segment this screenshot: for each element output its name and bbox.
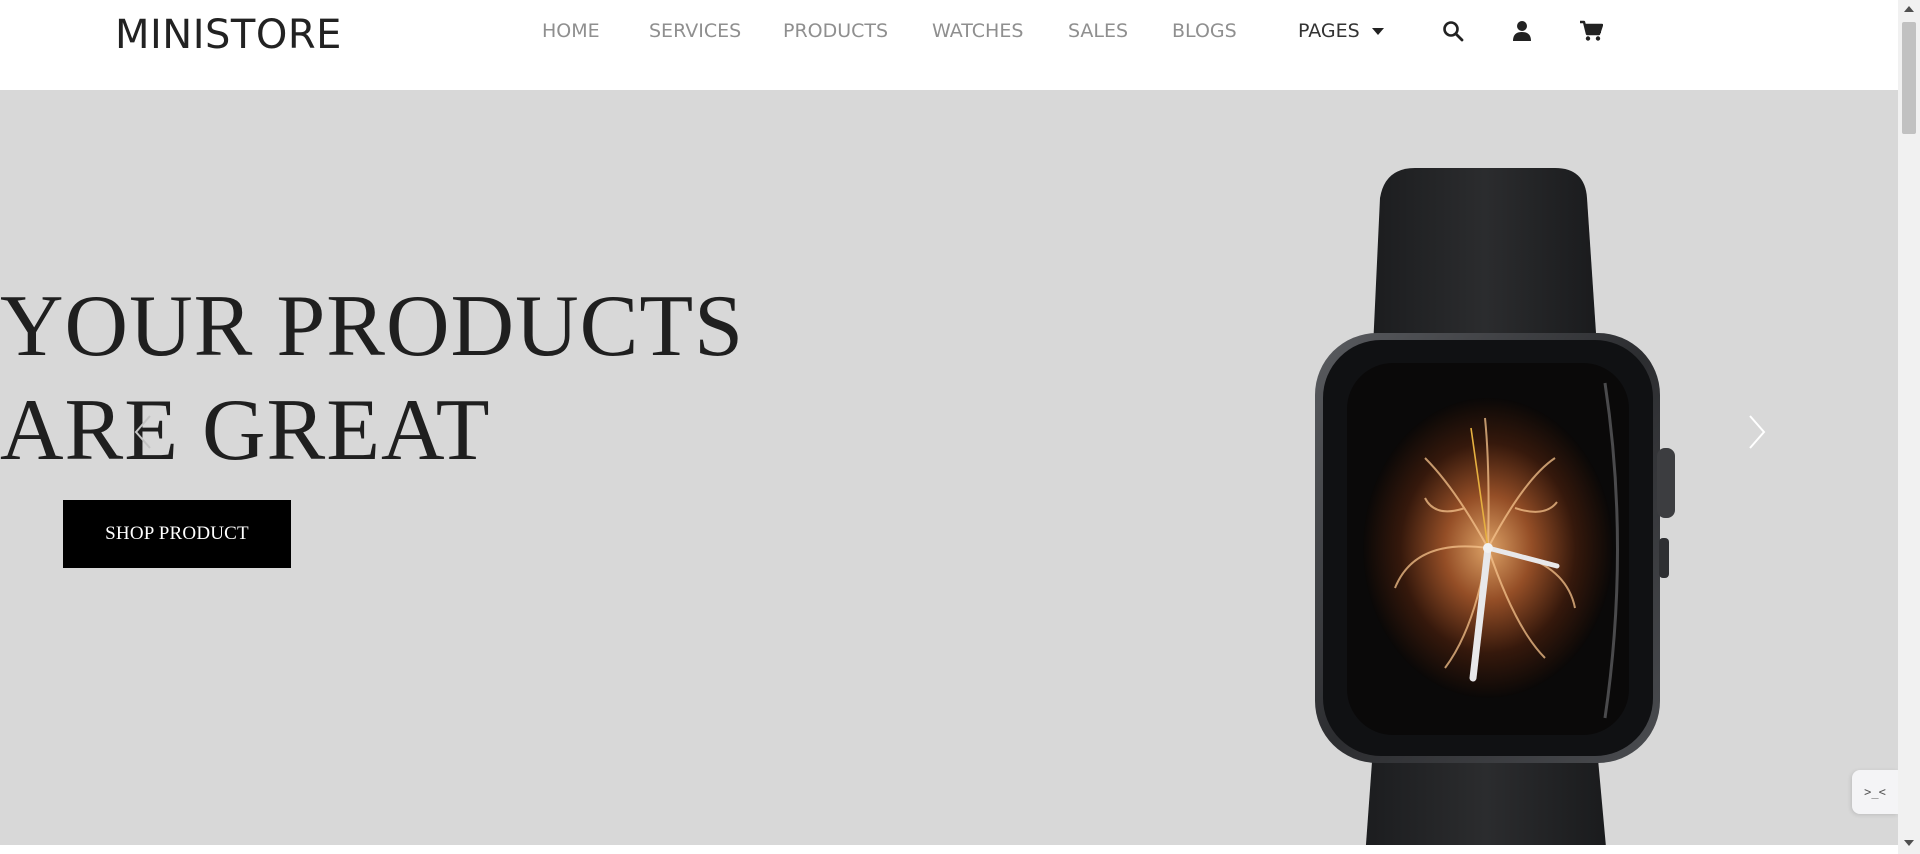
scrollbar-thumb[interactable] bbox=[1902, 22, 1916, 134]
site-header: MINISTORE HOME SERVICES PRODUCTS WATCHES… bbox=[0, 0, 1898, 90]
chevron-down-icon bbox=[1371, 27, 1384, 35]
hero-title: YOUR PRODUCTS ARE GREAT bbox=[0, 275, 744, 483]
nav-products[interactable]: PRODUCTS bbox=[783, 20, 888, 42]
nav-sales[interactable]: SALES bbox=[1068, 20, 1128, 42]
page-bottom-strip bbox=[0, 845, 1898, 854]
site-logo[interactable]: MINISTORE bbox=[115, 12, 342, 58]
carousel-prev-arrow-icon[interactable] bbox=[126, 408, 162, 456]
floating-helper-widget[interactable]: >_< bbox=[1852, 770, 1898, 814]
scroll-up-arrow-icon[interactable] bbox=[1904, 6, 1914, 12]
nav-home[interactable]: HOME bbox=[542, 20, 600, 42]
nav-pages-dropdown[interactable]: PAGES bbox=[1298, 20, 1384, 42]
nav-blogs[interactable]: BLOGS bbox=[1172, 20, 1237, 42]
vertical-scrollbar[interactable] bbox=[1898, 0, 1920, 854]
hero-title-line-2: ARE GREAT bbox=[0, 382, 491, 479]
hero-title-line-1: YOUR PRODUCTS bbox=[0, 278, 745, 375]
nav-watches[interactable]: WATCHES bbox=[932, 20, 1023, 42]
scroll-down-arrow-icon[interactable] bbox=[1904, 840, 1914, 846]
nav-pages-label: PAGES bbox=[1298, 20, 1360, 42]
shop-product-button[interactable]: SHOP PRODUCT bbox=[63, 500, 291, 568]
cart-icon[interactable] bbox=[1578, 18, 1604, 44]
nav-services[interactable]: SERVICES bbox=[649, 20, 741, 42]
search-icon[interactable] bbox=[1440, 18, 1466, 44]
carousel-next-arrow-icon[interactable] bbox=[1738, 408, 1774, 456]
hero-banner: YOUR PRODUCTS ARE GREAT SHOP PRODUCT >_< bbox=[0, 90, 1898, 845]
smartwatch-image bbox=[1315, 168, 1675, 845]
user-icon[interactable] bbox=[1509, 18, 1535, 44]
